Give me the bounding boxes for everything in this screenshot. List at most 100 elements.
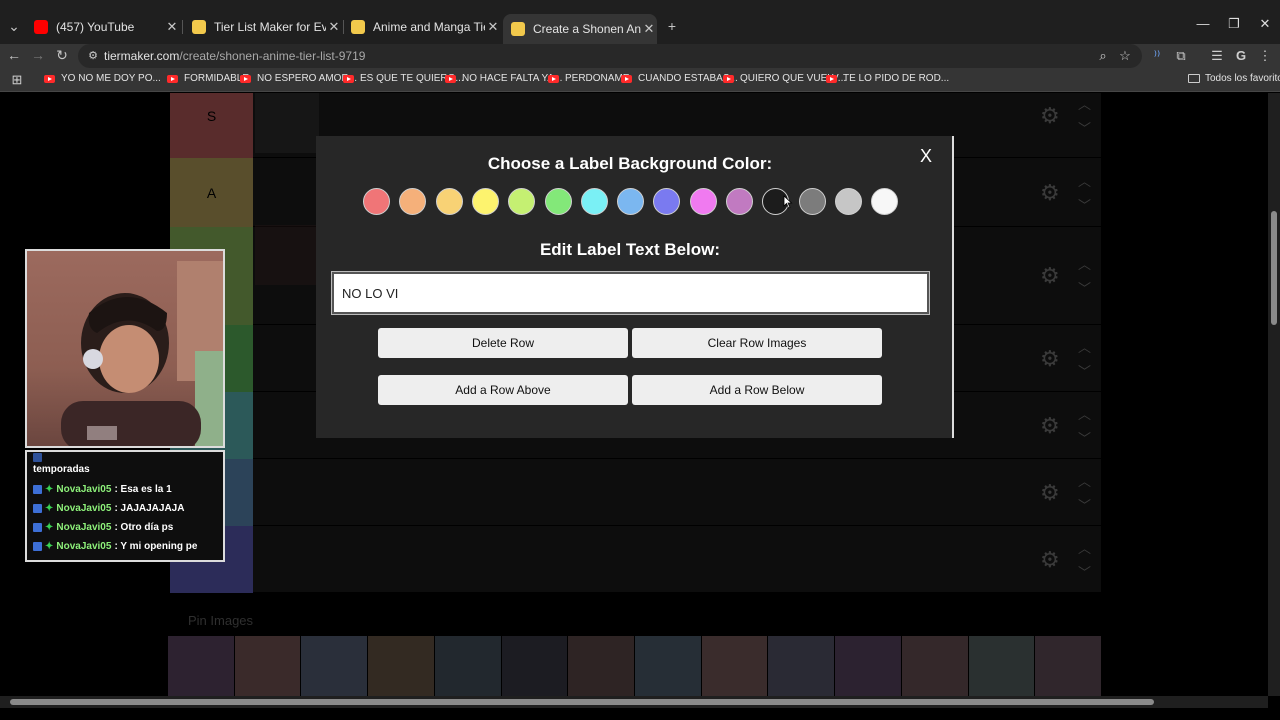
pool-image[interactable]	[701, 636, 769, 696]
site-info-icon[interactable]: ⚙	[84, 49, 102, 62]
close-window-icon[interactable]: ✕	[1250, 16, 1280, 32]
tab-tier-list-maker[interactable]: Tier List Maker for Everything - ✕	[184, 15, 342, 39]
add-row-below-button[interactable]: Add a Row Below	[632, 375, 882, 405]
move-row-down-icon[interactable]: ﹀	[1078, 495, 1091, 514]
close-tab-icon[interactable]: ✕	[485, 19, 501, 35]
bookmark-item[interactable]: FORMIDABLE	[167, 73, 249, 84]
move-row-up-icon[interactable]: ︿	[1078, 471, 1091, 490]
color-swatch[interactable]	[399, 188, 427, 215]
row-settings-gear-icon[interactable]: ⚙	[1040, 548, 1062, 571]
color-swatch[interactable]	[689, 188, 717, 215]
move-row-down-icon[interactable]: ﹀	[1078, 118, 1091, 137]
close-modal-button[interactable]: X	[916, 146, 936, 167]
color-swatch[interactable]	[508, 188, 536, 215]
color-swatch[interactable]	[471, 188, 499, 215]
pool-image[interactable]	[168, 636, 235, 696]
row-settings-gear-icon[interactable]: ⚙	[1040, 414, 1062, 437]
pool-image[interactable]	[835, 636, 902, 696]
delete-row-button[interactable]: Delete Row	[378, 328, 628, 358]
media-icon[interactable]: ☰	[1208, 48, 1226, 64]
vertical-scrollbar[interactable]	[1268, 93, 1280, 696]
pool-image[interactable]	[901, 636, 969, 696]
bookmark-item[interactable]: PERDONAME	[548, 73, 629, 84]
read-aloud-icon[interactable]: ⁾⁾	[1148, 48, 1166, 64]
bookmark-item[interactable]: NO HACE FALTA YA...	[445, 73, 562, 84]
pool-image[interactable]	[368, 636, 435, 696]
color-swatch[interactable]	[871, 188, 899, 215]
zoom-icon[interactable]: ⌕	[1094, 48, 1112, 64]
color-swatch[interactable]	[580, 188, 608, 215]
minimize-icon[interactable]: —	[1188, 16, 1218, 31]
row-settings-gear-icon[interactable]: ⚙	[1040, 265, 1062, 287]
restore-icon[interactable]: ❐	[1219, 16, 1249, 32]
horizontal-scrollbar[interactable]	[0, 696, 1268, 708]
color-swatch[interactable]	[435, 188, 463, 215]
all-bookmarks-folder[interactable]: Todos los favoritos	[1188, 73, 1280, 84]
scroll-thumb[interactable]	[10, 699, 1154, 705]
close-tab-icon[interactable]: ✕	[641, 21, 657, 37]
pool-image[interactable]	[234, 636, 302, 696]
row-settings-gear-icon[interactable]: ⚙	[1040, 347, 1062, 370]
clear-row-images-button[interactable]: Clear Row Images	[632, 328, 882, 358]
tab-anime-manga[interactable]: Anime and Manga Tier List Tem ✕	[343, 15, 501, 39]
move-row-down-icon[interactable]: ﹀	[1078, 428, 1091, 447]
tab-create-shonen[interactable]: Create a Shonen Anime Tier List ✕	[503, 14, 657, 44]
move-row-down-icon[interactable]: ﹀	[1078, 562, 1091, 581]
scroll-thumb[interactable]	[1271, 211, 1277, 325]
add-row-above-button[interactable]: Add a Row Above	[378, 375, 628, 405]
move-row-up-icon[interactable]: ︿	[1078, 404, 1091, 423]
pool-image[interactable]	[635, 636, 702, 696]
move-row-down-icon[interactable]: ﹀	[1078, 361, 1091, 380]
tab-search-icon[interactable]: ⌄	[4, 18, 24, 35]
move-row-up-icon[interactable]: ︿	[1078, 337, 1091, 356]
pool-image[interactable]	[301, 636, 369, 696]
move-row-down-icon[interactable]: ﹀	[1078, 278, 1091, 297]
color-swatch[interactable]	[798, 188, 826, 215]
pool-image[interactable]	[1035, 636, 1103, 696]
address-bar[interactable]: ⚙ tiermaker.com/create/shonen-anime-tier…	[78, 44, 1142, 68]
move-row-down-icon[interactable]: ﹀	[1078, 195, 1091, 214]
bookmark-item[interactable]: YO NO ME DOY PO...	[44, 73, 161, 84]
bookmark-item[interactable]: TE LO PIDO DE ROD...	[826, 73, 949, 84]
pool-image[interactable]	[968, 636, 1036, 696]
close-tab-icon[interactable]: ✕	[326, 19, 342, 35]
bookmark-star-icon[interactable]: ☆	[1116, 48, 1134, 64]
google-icon[interactable]: G	[1232, 48, 1250, 63]
extensions-icon[interactable]: ⧉	[1172, 48, 1190, 64]
tier-row[interactable]	[253, 526, 1101, 592]
move-row-up-icon[interactable]: ︿	[1078, 94, 1091, 113]
move-row-up-icon[interactable]: ︿	[1078, 538, 1091, 557]
tier-image[interactable]	[255, 225, 319, 285]
bookmark-item[interactable]: NO ESPERO AMOR...	[240, 73, 357, 84]
move-row-up-icon[interactable]: ︿	[1078, 254, 1091, 273]
menu-icon[interactable]: ⋮	[1256, 48, 1274, 64]
tier-image[interactable]	[255, 93, 319, 153]
pool-image[interactable]	[768, 636, 836, 696]
color-swatch[interactable]	[834, 188, 862, 215]
color-swatch[interactable]	[363, 188, 390, 215]
pool-image[interactable]	[434, 636, 502, 696]
label-text-input[interactable]	[331, 271, 930, 315]
close-tab-icon[interactable]: ✕	[164, 19, 180, 35]
tier-label[interactable]: A	[170, 158, 253, 227]
tier-label[interactable]: S	[170, 93, 253, 158]
row-settings-gear-icon[interactable]: ⚙	[1040, 481, 1062, 504]
color-swatch[interactable]	[617, 188, 645, 215]
tab-youtube[interactable]: (457) YouTube ✕	[26, 15, 180, 39]
back-icon[interactable]: ←	[4, 47, 24, 63]
bottom-edge	[0, 708, 1280, 720]
row-settings-gear-icon[interactable]: ⚙	[1040, 104, 1062, 127]
pool-image[interactable]	[501, 636, 569, 696]
reload-icon[interactable]: ↻	[52, 47, 72, 64]
forward-icon[interactable]: →	[28, 47, 48, 63]
new-tab-icon[interactable]: +	[662, 18, 682, 34]
row-settings-gear-icon[interactable]: ⚙	[1040, 181, 1062, 204]
move-row-up-icon[interactable]: ︿	[1078, 171, 1091, 190]
bookmark-item[interactable]: CUANDO ESTABAS...	[621, 73, 738, 84]
color-swatch[interactable]	[653, 188, 681, 215]
tier-row[interactable]	[253, 459, 1101, 525]
color-swatch[interactable]	[544, 188, 572, 215]
pool-image[interactable]	[568, 636, 636, 696]
apps-grid-icon[interactable]: ⊞	[8, 72, 26, 88]
color-swatch[interactable]	[726, 188, 753, 215]
